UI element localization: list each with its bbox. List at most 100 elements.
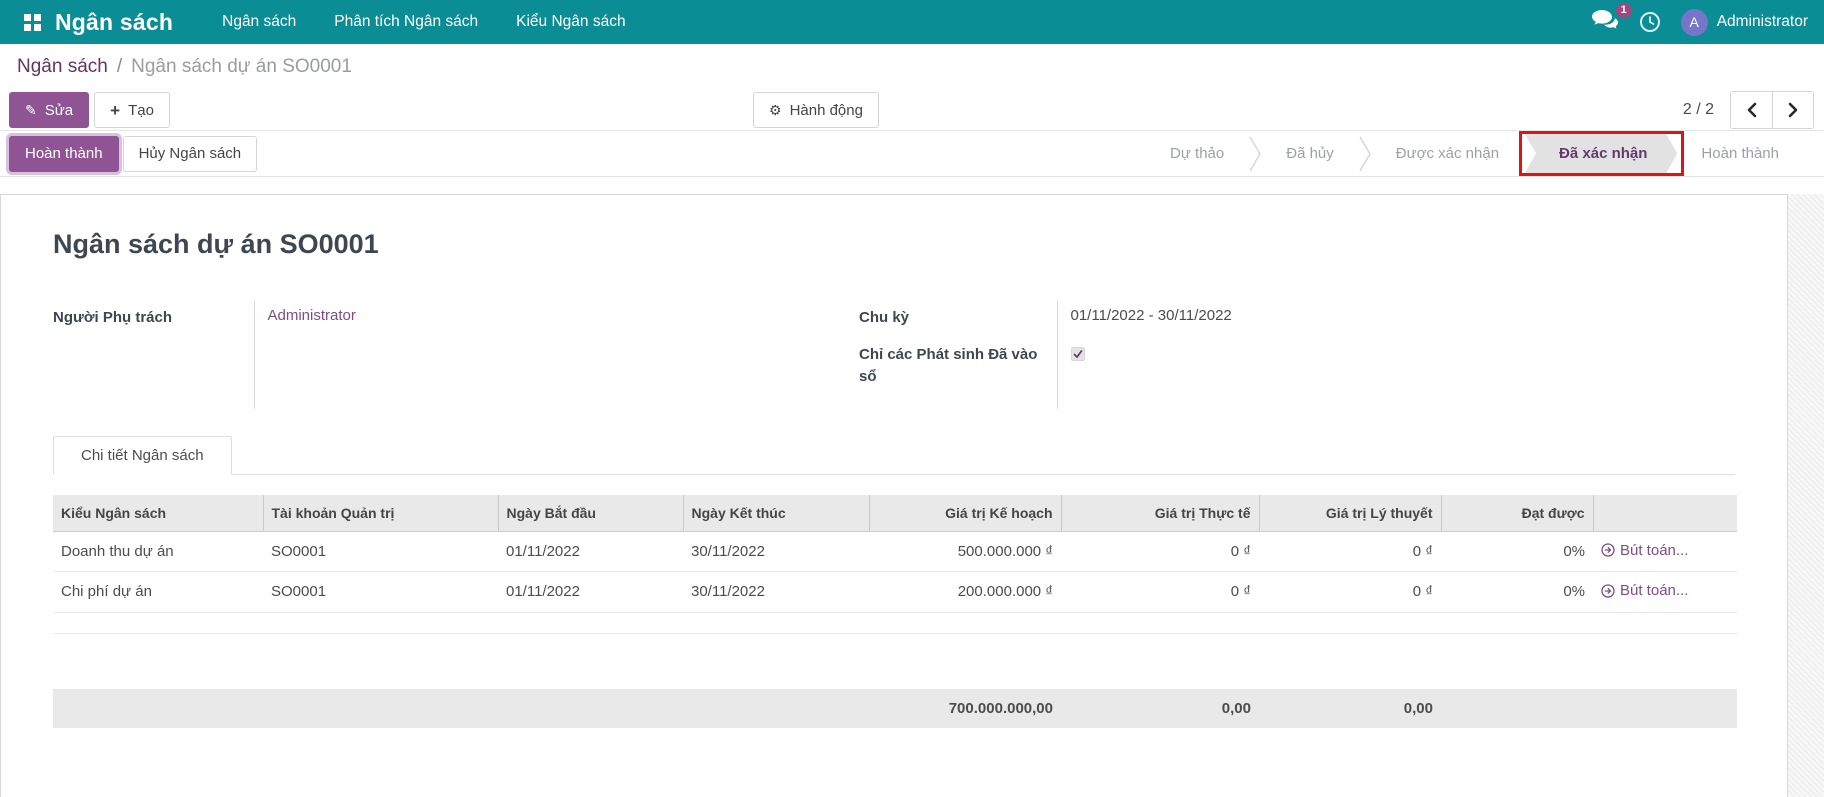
action-button-label: Hành động xyxy=(790,102,863,119)
cell-account: SO0001 xyxy=(263,572,498,613)
messages-count-badge: 1 xyxy=(1616,3,1632,18)
cancel-budget-button-label: Hủy Ngân sách xyxy=(139,145,242,162)
responsible-field-label: Người Phụ trách xyxy=(53,300,254,409)
menu-ngan-sach[interactable]: Ngân sách xyxy=(203,0,315,44)
cell-date-start: 01/11/2022 xyxy=(498,531,683,572)
clock-icon xyxy=(1639,11,1661,33)
chevron-right-icon xyxy=(1788,102,1799,118)
budget-lines-table: Kiểu Ngân sách Tài khoản Quản trị Ngày B… xyxy=(53,495,1737,728)
pager: 2 / 2 xyxy=(1683,90,1814,130)
status-step-du-thao[interactable]: Dự thảo xyxy=(1146,131,1248,176)
posted-only-field-label: Chỉ các Phát sinh Đã vào sổ xyxy=(859,337,1057,409)
col-header-tai-khoan-quan-tri[interactable]: Tài khoản Quản trị xyxy=(263,495,498,532)
messages-icon[interactable]: 1 xyxy=(1592,10,1619,35)
empty-table-row xyxy=(53,612,1737,633)
cell-theoretical-amount: 0 ₫ xyxy=(1259,531,1441,572)
status-step-separator xyxy=(1358,131,1372,176)
breadcrumb-parent-link[interactable]: Ngân sách xyxy=(17,56,108,78)
action-button[interactable]: ⚙ Hành động xyxy=(753,92,879,128)
chevron-left-icon xyxy=(1746,102,1757,118)
edit-button-label: Sửa xyxy=(45,102,73,119)
col-header-entries xyxy=(1593,495,1737,532)
chat-bubbles-icon xyxy=(1592,10,1619,30)
status-step-da-xac-nhan-active[interactable]: Đã xác nhận xyxy=(1523,131,1677,176)
cell-budget-type: Chi phí dự án xyxy=(53,572,263,613)
pager-counter: 2 / 2 xyxy=(1683,101,1714,119)
posted-only-checkbox[interactable] xyxy=(1071,347,1085,361)
pager-previous-button[interactable] xyxy=(1731,92,1772,128)
breadcrumb-separator: / xyxy=(117,56,122,78)
table-totals-row: 700.000.000,00 0,00 0,00 xyxy=(53,689,1737,727)
cell-planned-amount: 200.000.000 ₫ xyxy=(869,572,1061,613)
table-header-row: Kiểu Ngân sách Tài khoản Quản trị Ngày B… xyxy=(53,495,1737,532)
app-brand[interactable]: Ngân sách xyxy=(55,9,173,36)
status-step-separator xyxy=(1248,131,1262,176)
col-header-gia-tri-ly-thuyet[interactable]: Giá trị Lý thuyết xyxy=(1259,495,1441,532)
entries-link[interactable]: Bút toán... xyxy=(1601,582,1688,599)
status-step-duoc-xac-nhan[interactable]: Được xác nhận xyxy=(1372,131,1523,176)
menu-phan-tich-ngan-sach[interactable]: Phân tích Ngân sách xyxy=(315,0,497,44)
notebook-tabs: Chi tiết Ngân sách xyxy=(53,436,1735,475)
status-steps: Dự thảo Đã hủy Được xác nhận Đã xác nhận… xyxy=(1146,131,1803,176)
breadcrumb-current: Ngân sách dự án SO0001 xyxy=(131,56,352,78)
gear-icon: ⚙ xyxy=(769,103,782,117)
plus-icon: + xyxy=(110,102,120,119)
create-button[interactable]: + Tạo xyxy=(94,92,170,128)
table-row[interactable]: Doanh thu dự án SO0001 01/11/2022 30/11/… xyxy=(53,531,1737,572)
arrow-circle-icon xyxy=(1601,584,1615,598)
edit-button[interactable]: ✎ Sửa xyxy=(9,92,89,128)
status-step-da-huy[interactable]: Đã hủy xyxy=(1262,131,1358,176)
total-practical: 0,00 xyxy=(1061,689,1259,727)
pager-next-button[interactable] xyxy=(1772,92,1813,128)
avatar: A xyxy=(1681,9,1708,36)
cell-date-end: 30/11/2022 xyxy=(683,531,869,572)
cell-practical-amount: 0 ₫ xyxy=(1061,531,1259,572)
cell-account: SO0001 xyxy=(263,531,498,572)
cell-budget-type: Doanh thu dự án xyxy=(53,531,263,572)
tab-chi-tiet-ngan-sach[interactable]: Chi tiết Ngân sách xyxy=(53,436,232,475)
table-row[interactable]: Chi phí dự án SO0001 01/11/2022 30/11/20… xyxy=(53,572,1737,613)
col-header-ngay-bat-dau[interactable]: Ngày Bắt đầu xyxy=(498,495,683,532)
status-step-hoan-thanh[interactable]: Hoàn thành xyxy=(1677,131,1803,176)
entries-link-label: Bút toán... xyxy=(1620,542,1688,559)
period-field-label: Chu kỳ xyxy=(859,300,1057,337)
create-button-label: Tạo xyxy=(128,102,154,119)
cell-theoretical-amount: 0 ₫ xyxy=(1259,572,1441,613)
form-view-background: Ngân sách dự án SO0001 Người Phụ trách A… xyxy=(0,194,1824,797)
cancel-budget-button[interactable]: Hủy Ngân sách xyxy=(123,136,258,172)
statusbar: Hoàn thành Hủy Ngân sách Dự thảo Đã hủy … xyxy=(0,130,1824,177)
record-title: Ngân sách dự án SO0001 xyxy=(53,229,1735,260)
menu-kieu-ngan-sach[interactable]: Kiểu Ngân sách xyxy=(497,0,644,44)
entries-link[interactable]: Bút toán... xyxy=(1601,542,1688,559)
cell-achievement: 0% xyxy=(1441,572,1593,613)
control-panel: ✎ Sửa + Tạo ⚙ Hành động 2 / 2 xyxy=(0,90,1824,130)
entries-link-label: Bút toán... xyxy=(1620,582,1688,599)
total-planned: 700.000.000,00 xyxy=(869,689,1061,727)
user-menu[interactable]: A Administrator xyxy=(1681,9,1808,36)
top-navbar: Ngân sách Ngân sách Phân tích Ngân sách … xyxy=(0,0,1824,44)
pencil-icon: ✎ xyxy=(25,103,37,117)
checkmark-icon xyxy=(1073,349,1083,359)
arrow-circle-icon xyxy=(1601,543,1615,557)
table-spacer xyxy=(53,633,1737,689)
field-group-right: Chu kỳ 01/11/2022 - 30/11/2022 Chỉ các P… xyxy=(859,300,1735,409)
col-header-ngay-ket-thuc[interactable]: Ngày Kết thúc xyxy=(683,495,869,532)
cell-practical-amount: 0 ₫ xyxy=(1061,572,1259,613)
breadcrumb: Ngân sách / Ngân sách dự án SO0001 xyxy=(0,44,1824,90)
col-header-gia-tri-thuc-te[interactable]: Giá trị Thực tế xyxy=(1061,495,1259,532)
cell-date-start: 01/11/2022 xyxy=(498,572,683,613)
activities-icon[interactable] xyxy=(1639,11,1661,33)
done-button[interactable]: Hoàn thành xyxy=(9,136,119,172)
cell-planned-amount: 500.000.000 ₫ xyxy=(869,531,1061,572)
form-sheet: Ngân sách dự án SO0001 Người Phụ trách A… xyxy=(0,194,1788,797)
col-header-kieu-ngan-sach[interactable]: Kiểu Ngân sách xyxy=(53,495,263,532)
apps-grid-icon[interactable] xyxy=(24,14,41,31)
responsible-field-value[interactable]: Administrator xyxy=(254,300,859,409)
total-theoretical: 0,00 xyxy=(1259,689,1441,727)
col-header-gia-tri-ke-hoach[interactable]: Giá trị Kế hoạch xyxy=(869,495,1061,532)
cell-date-end: 30/11/2022 xyxy=(683,572,869,613)
cell-achievement: 0% xyxy=(1441,531,1593,572)
done-button-label: Hoàn thành xyxy=(25,145,103,162)
field-group-left: Người Phụ trách Administrator xyxy=(53,300,859,409)
col-header-dat-duoc[interactable]: Đạt được xyxy=(1441,495,1593,532)
